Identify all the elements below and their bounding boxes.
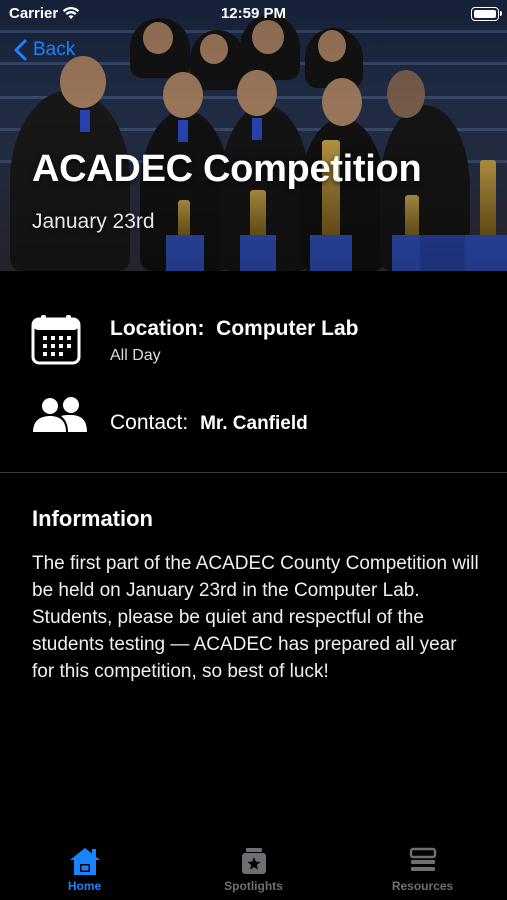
contact-value: Mr. Canfield xyxy=(200,413,308,434)
information-body: The first part of the ACADEC County Comp… xyxy=(32,553,479,682)
location-label: Location: xyxy=(110,317,205,340)
tab-spotlights-label: Spotlights xyxy=(224,879,283,893)
tab-home[interactable]: Home xyxy=(0,840,169,900)
section-divider xyxy=(0,472,507,473)
tab-resources-label: Resources xyxy=(391,879,454,893)
home-icon xyxy=(69,848,100,875)
event-title: ACADEC Competition xyxy=(32,148,422,190)
event-date: January 23rd xyxy=(32,210,155,233)
resources-icon xyxy=(409,847,436,871)
spotlights-icon xyxy=(241,848,266,874)
status-time: 12:59 PM xyxy=(220,5,287,22)
chevron-left-icon xyxy=(14,39,27,61)
location-value: Computer Lab xyxy=(216,317,359,340)
information-heading: Information xyxy=(32,506,153,531)
battery-icon xyxy=(471,7,502,21)
contact-label: Contact: xyxy=(110,411,189,434)
tab-resources[interactable]: Resources xyxy=(338,840,507,900)
tab-home-label: Home xyxy=(67,879,102,893)
event-time: All Day xyxy=(110,347,161,364)
tab-bar: Home Spotlights Resources xyxy=(0,840,507,900)
back-button[interactable]: Back xyxy=(14,39,75,61)
status-bar: Carrier 12:59 PM xyxy=(0,0,507,28)
back-label: Back xyxy=(33,39,76,60)
calendar-icon xyxy=(31,315,81,365)
location-line: Location: Computer Lab xyxy=(110,317,359,341)
tab-spotlights[interactable]: Spotlights xyxy=(169,840,338,900)
contact-line: Contact: Mr. Canfield xyxy=(110,411,308,435)
contacts-icon xyxy=(33,397,87,432)
